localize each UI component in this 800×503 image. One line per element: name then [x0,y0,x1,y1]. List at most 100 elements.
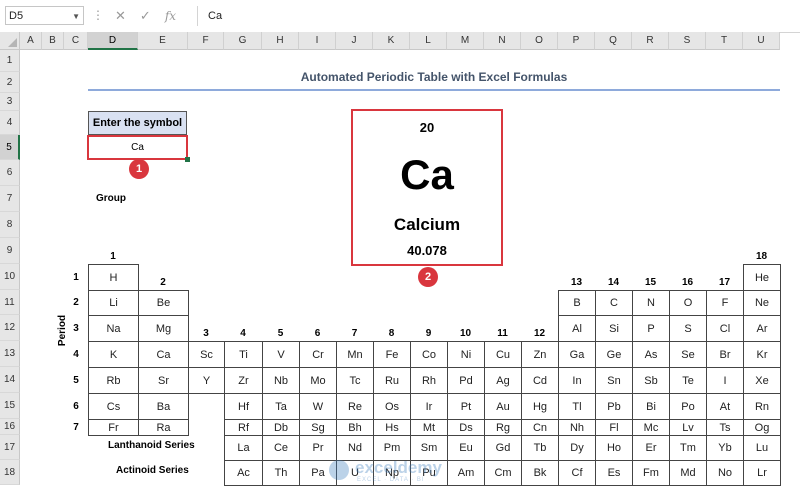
column-header-q[interactable]: Q [595,32,632,50]
element-cell-hs[interactable]: Hs [373,419,411,436]
element-cell-nb[interactable]: Nb [262,367,300,394]
element-cell-rh[interactable]: Rh [410,367,448,394]
select-all-corner[interactable] [0,32,20,50]
element-cell-at[interactable]: At [706,393,744,420]
element-cell-cn[interactable]: Cn [521,419,559,436]
element-cell-sg[interactable]: Sg [299,419,337,436]
element-cell-tm[interactable]: Tm [669,435,707,461]
element-cell-ba[interactable]: Ba [138,393,189,420]
element-cell-he[interactable]: He [743,264,781,291]
element-cell-cm[interactable]: Cm [484,460,522,486]
row-header-8[interactable]: 8 [0,212,20,238]
element-cell-cu[interactable]: Cu [484,341,522,368]
element-cell-sr[interactable]: Sr [138,367,189,394]
element-cell-be[interactable]: Be [138,290,189,316]
element-cell-mc[interactable]: Mc [632,419,670,436]
row-header-17[interactable]: 17 [0,435,20,460]
element-cell-ac[interactable]: Ac [224,460,263,486]
column-header-k[interactable]: K [373,32,410,50]
row-header-9[interactable]: 9 [0,238,20,264]
element-cell-o[interactable]: O [669,290,707,316]
element-cell-li[interactable]: Li [88,290,139,316]
element-cell-nh[interactable]: Nh [558,419,596,436]
element-cell-k[interactable]: K [88,341,139,368]
element-cell-y[interactable]: Y [188,367,225,394]
element-cell-rf[interactable]: Rf [224,419,263,436]
element-cell-cr[interactable]: Cr [299,341,337,368]
element-cell-es[interactable]: Es [595,460,633,486]
element-cell-fe[interactable]: Fe [373,341,411,368]
element-cell-ar[interactable]: Ar [743,315,781,342]
element-cell-h[interactable]: H [88,264,139,291]
element-cell-md[interactable]: Md [669,460,707,486]
element-cell-as[interactable]: As [632,341,670,368]
element-cell-os[interactable]: Os [373,393,411,420]
element-cell-au[interactable]: Au [484,393,522,420]
element-cell-p[interactable]: P [632,315,670,342]
element-cell-tb[interactable]: Tb [521,435,559,461]
column-header-m[interactable]: M [447,32,484,50]
element-cell-zn[interactable]: Zn [521,341,559,368]
element-cell-te[interactable]: Te [669,367,707,394]
column-header-l[interactable]: L [410,32,447,50]
element-cell-rb[interactable]: Rb [88,367,139,394]
element-cell-ni[interactable]: Ni [447,341,485,368]
column-header-a[interactable]: A [20,32,42,50]
element-cell-bk[interactable]: Bk [521,460,559,486]
element-cell-xe[interactable]: Xe [743,367,781,394]
element-cell-na[interactable]: Na [88,315,139,342]
element-cell-se[interactable]: Se [669,341,707,368]
column-header-e[interactable]: E [138,32,188,50]
row-header-1[interactable]: 1 [0,50,20,72]
column-header-g[interactable]: G [224,32,262,50]
column-header-p[interactable]: P [558,32,595,50]
element-cell-w[interactable]: W [299,393,337,420]
row-header-18[interactable]: 18 [0,460,20,485]
chevron-down-icon[interactable]: ▼ [72,7,80,26]
element-cell-dy[interactable]: Dy [558,435,596,461]
close-icon[interactable]: ✕ [115,8,126,24]
element-cell-ge[interactable]: Ge [595,341,633,368]
element-cell-no[interactable]: No [706,460,744,486]
fill-handle[interactable] [185,157,190,162]
column-header-n[interactable]: N [484,32,521,50]
element-cell-al[interactable]: Al [558,315,596,342]
element-cell-zr[interactable]: Zr [224,367,263,394]
element-cell-ag[interactable]: Ag [484,367,522,394]
check-icon[interactable]: ✓ [140,8,151,24]
element-cell-b[interactable]: B [558,290,596,316]
element-cell-lu[interactable]: Lu [743,435,781,461]
column-header-i[interactable]: I [299,32,336,50]
element-cell-db[interactable]: Db [262,419,300,436]
element-cell-mn[interactable]: Mn [336,341,374,368]
element-cell-re[interactable]: Re [336,393,374,420]
element-cell-gd[interactable]: Gd [484,435,522,461]
element-cell-ca[interactable]: Ca [138,341,189,368]
element-cell-ds[interactable]: Ds [447,419,485,436]
element-cell-ti[interactable]: Ti [224,341,263,368]
element-cell-tl[interactable]: Tl [558,393,596,420]
element-cell-kr[interactable]: Kr [743,341,781,368]
element-cell-f[interactable]: F [706,290,744,316]
row-header-11[interactable]: 11 [0,290,20,315]
function-icon[interactable]: fx [165,9,176,23]
column-header-s[interactable]: S [669,32,706,50]
symbol-input-cell[interactable]: Ca [87,135,188,160]
element-cell-v[interactable]: V [262,341,300,368]
column-header-r[interactable]: R [632,32,669,50]
more-options-icon[interactable]: ⋮ [92,6,104,25]
element-cell-mo[interactable]: Mo [299,367,337,394]
column-header-t[interactable]: T [706,32,743,50]
column-header-d[interactable]: D [88,32,138,50]
element-cell-yb[interactable]: Yb [706,435,744,461]
column-header-j[interactable]: J [336,32,373,50]
element-cell-fr[interactable]: Fr [88,419,139,436]
row-header-7[interactable]: 7 [0,186,20,212]
row-header-6[interactable]: 6 [0,160,20,186]
element-cell-ts[interactable]: Ts [706,419,744,436]
element-cell-bi[interactable]: Bi [632,393,670,420]
column-header-o[interactable]: O [521,32,558,50]
element-cell-lv[interactable]: Lv [669,419,707,436]
formula-input[interactable]: Ca [208,6,222,26]
element-cell-er[interactable]: Er [632,435,670,461]
